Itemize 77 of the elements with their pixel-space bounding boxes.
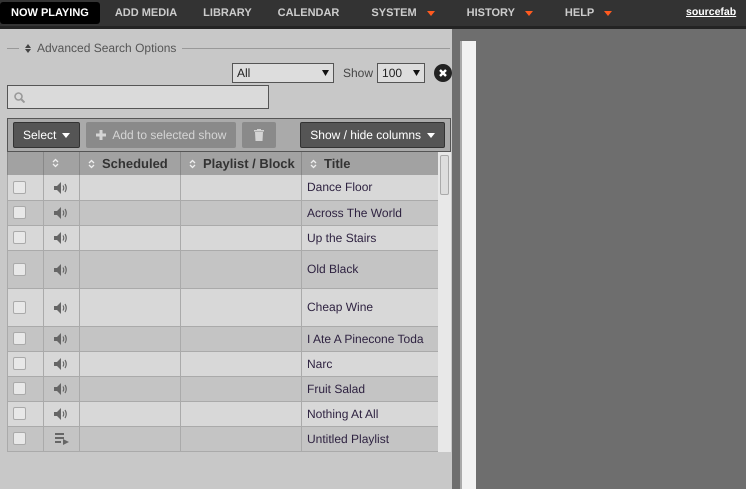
table-row[interactable]: Old Black [8,250,438,288]
nav-tab[interactable]: ADD MEDIA [104,2,188,24]
title-cell: Fruit Salad [302,376,438,401]
page-scrollbar[interactable] [460,41,476,489]
nav-tab[interactable]: HELP [554,2,624,24]
speaker-icon[interactable] [54,333,69,346]
row-checkbox[interactable] [13,180,26,194]
title-cell: I Ate A Pinecone Toda [302,326,438,351]
plus-icon [96,130,106,140]
table-scrollbar[interactable] [438,152,451,452]
page-size-dropdown[interactable]: 100 [377,63,426,83]
trash-icon [254,129,264,141]
sort-icon [189,158,196,168]
speaker-icon[interactable] [54,182,69,194]
table-row[interactable]: Nothing At All [8,401,438,426]
nav-tab[interactable]: SYSTEM [360,2,446,24]
table-row[interactable]: Cheap Wine [8,288,438,326]
column-header[interactable]: Title [302,152,438,175]
title-cell: Nothing At All [302,401,438,426]
search-field[interactable] [7,85,269,109]
nav-tab[interactable]: NOW PLAYING [0,2,100,24]
table-row[interactable]: Up the Stairs [8,225,438,250]
user-link[interactable]: sourcefab [686,6,736,18]
caret-icon [524,10,533,16]
caret-icon [62,132,70,138]
table-row[interactable]: Fruit Salad [8,376,438,401]
type-dropdown[interactable]: All [232,63,334,83]
title-cell: Across The World [302,200,438,225]
search-icon [14,92,25,102]
playlist-icon[interactable] [54,433,68,446]
row-checkbox[interactable] [13,262,26,276]
caret-icon [413,70,420,76]
show-label: Show [342,66,374,80]
row-checkbox[interactable] [13,300,26,314]
title-cell: Dance Floor [302,175,438,200]
row-checkbox[interactable] [13,231,26,244]
table-row[interactable]: Untitled Playlist [8,426,438,451]
expand-icon[interactable] [25,44,31,52]
row-checkbox[interactable] [13,332,26,345]
menu-button[interactable]: Select [13,122,80,148]
advanced-search-toggle[interactable]: Advanced Search Options [37,41,176,55]
nav-tab[interactable]: HISTORY [456,2,544,24]
caret-icon [322,70,329,76]
title-cell: Untitled Playlist [302,426,438,451]
title-cell: Up the Stairs [302,225,438,250]
speaker-icon[interactable] [54,264,69,276]
speaker-icon[interactable] [54,408,69,420]
caret-icon [604,10,612,16]
caret-icon [426,10,435,16]
title-cell: Old Black [302,250,438,288]
row-checkbox[interactable] [13,357,26,370]
table-row[interactable]: Dance Floor [8,175,438,200]
row-checkbox[interactable] [13,206,26,219]
speaker-icon[interactable] [54,302,69,314]
sort-icon [52,158,59,168]
title-cell: Narc [302,351,438,376]
speaker-icon[interactable] [54,207,69,220]
row-checkbox[interactable] [13,432,26,445]
speaker-icon[interactable] [54,358,69,370]
menu-button[interactable]: Show / hide columns [300,122,445,148]
speaker-icon[interactable] [54,232,69,244]
table-row[interactable]: Narc [8,351,438,376]
row-checkbox[interactable] [13,382,26,395]
column-header[interactable]: Playlist / Block [180,152,302,175]
row-checkbox[interactable] [13,407,26,420]
table-row[interactable]: I Ate A Pinecone Toda [8,326,438,351]
sort-icon [88,158,95,168]
close-icon[interactable] [434,64,452,82]
caret-icon [427,132,435,138]
nav-tab[interactable]: CALENDAR [266,2,350,24]
title-cell: Cheap Wine [302,288,438,326]
speaker-icon[interactable] [54,383,69,396]
column-header[interactable]: Scheduled [80,152,180,175]
column-header[interactable] [44,152,80,175]
table-row[interactable]: Across The World [8,200,438,225]
sort-icon [310,158,317,168]
nav-tab[interactable]: LIBRARY [192,2,263,24]
